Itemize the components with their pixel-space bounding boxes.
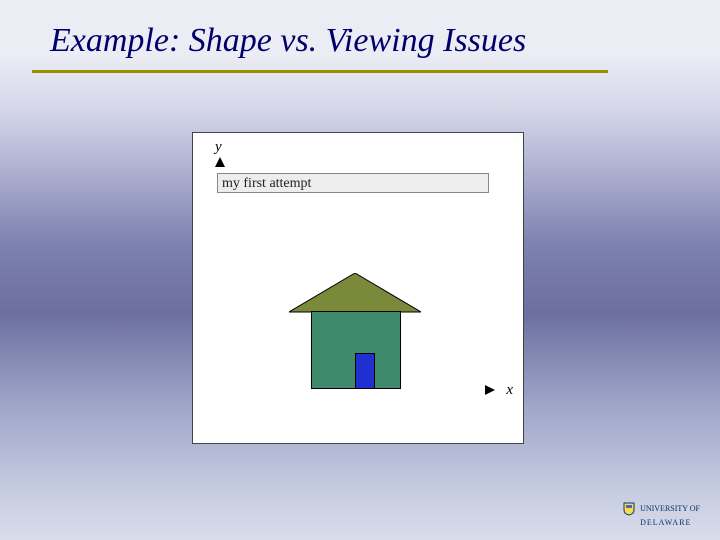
house-door [355, 353, 375, 389]
logo-line1: UNIVERSITY OF [640, 504, 700, 513]
slide: Example: Shape vs. Viewing Issues y my f… [0, 0, 720, 540]
figure-panel: y my first attempt x [192, 132, 524, 444]
figure-caption: my first attempt [217, 173, 489, 193]
title-underline [32, 70, 608, 73]
slide-title: Example: Shape vs. Viewing Issues [50, 22, 526, 60]
shield-icon [623, 502, 635, 516]
x-axis-label: x [506, 382, 513, 399]
university-logo: UNIVERSITY OF DELAWARE [623, 502, 700, 530]
y-axis-arrow-icon [215, 157, 225, 167]
house-roof [289, 273, 421, 313]
logo-line2: DELAWARE [640, 518, 691, 527]
y-axis-label: y [215, 139, 222, 156]
x-axis-arrow-icon [485, 385, 495, 395]
